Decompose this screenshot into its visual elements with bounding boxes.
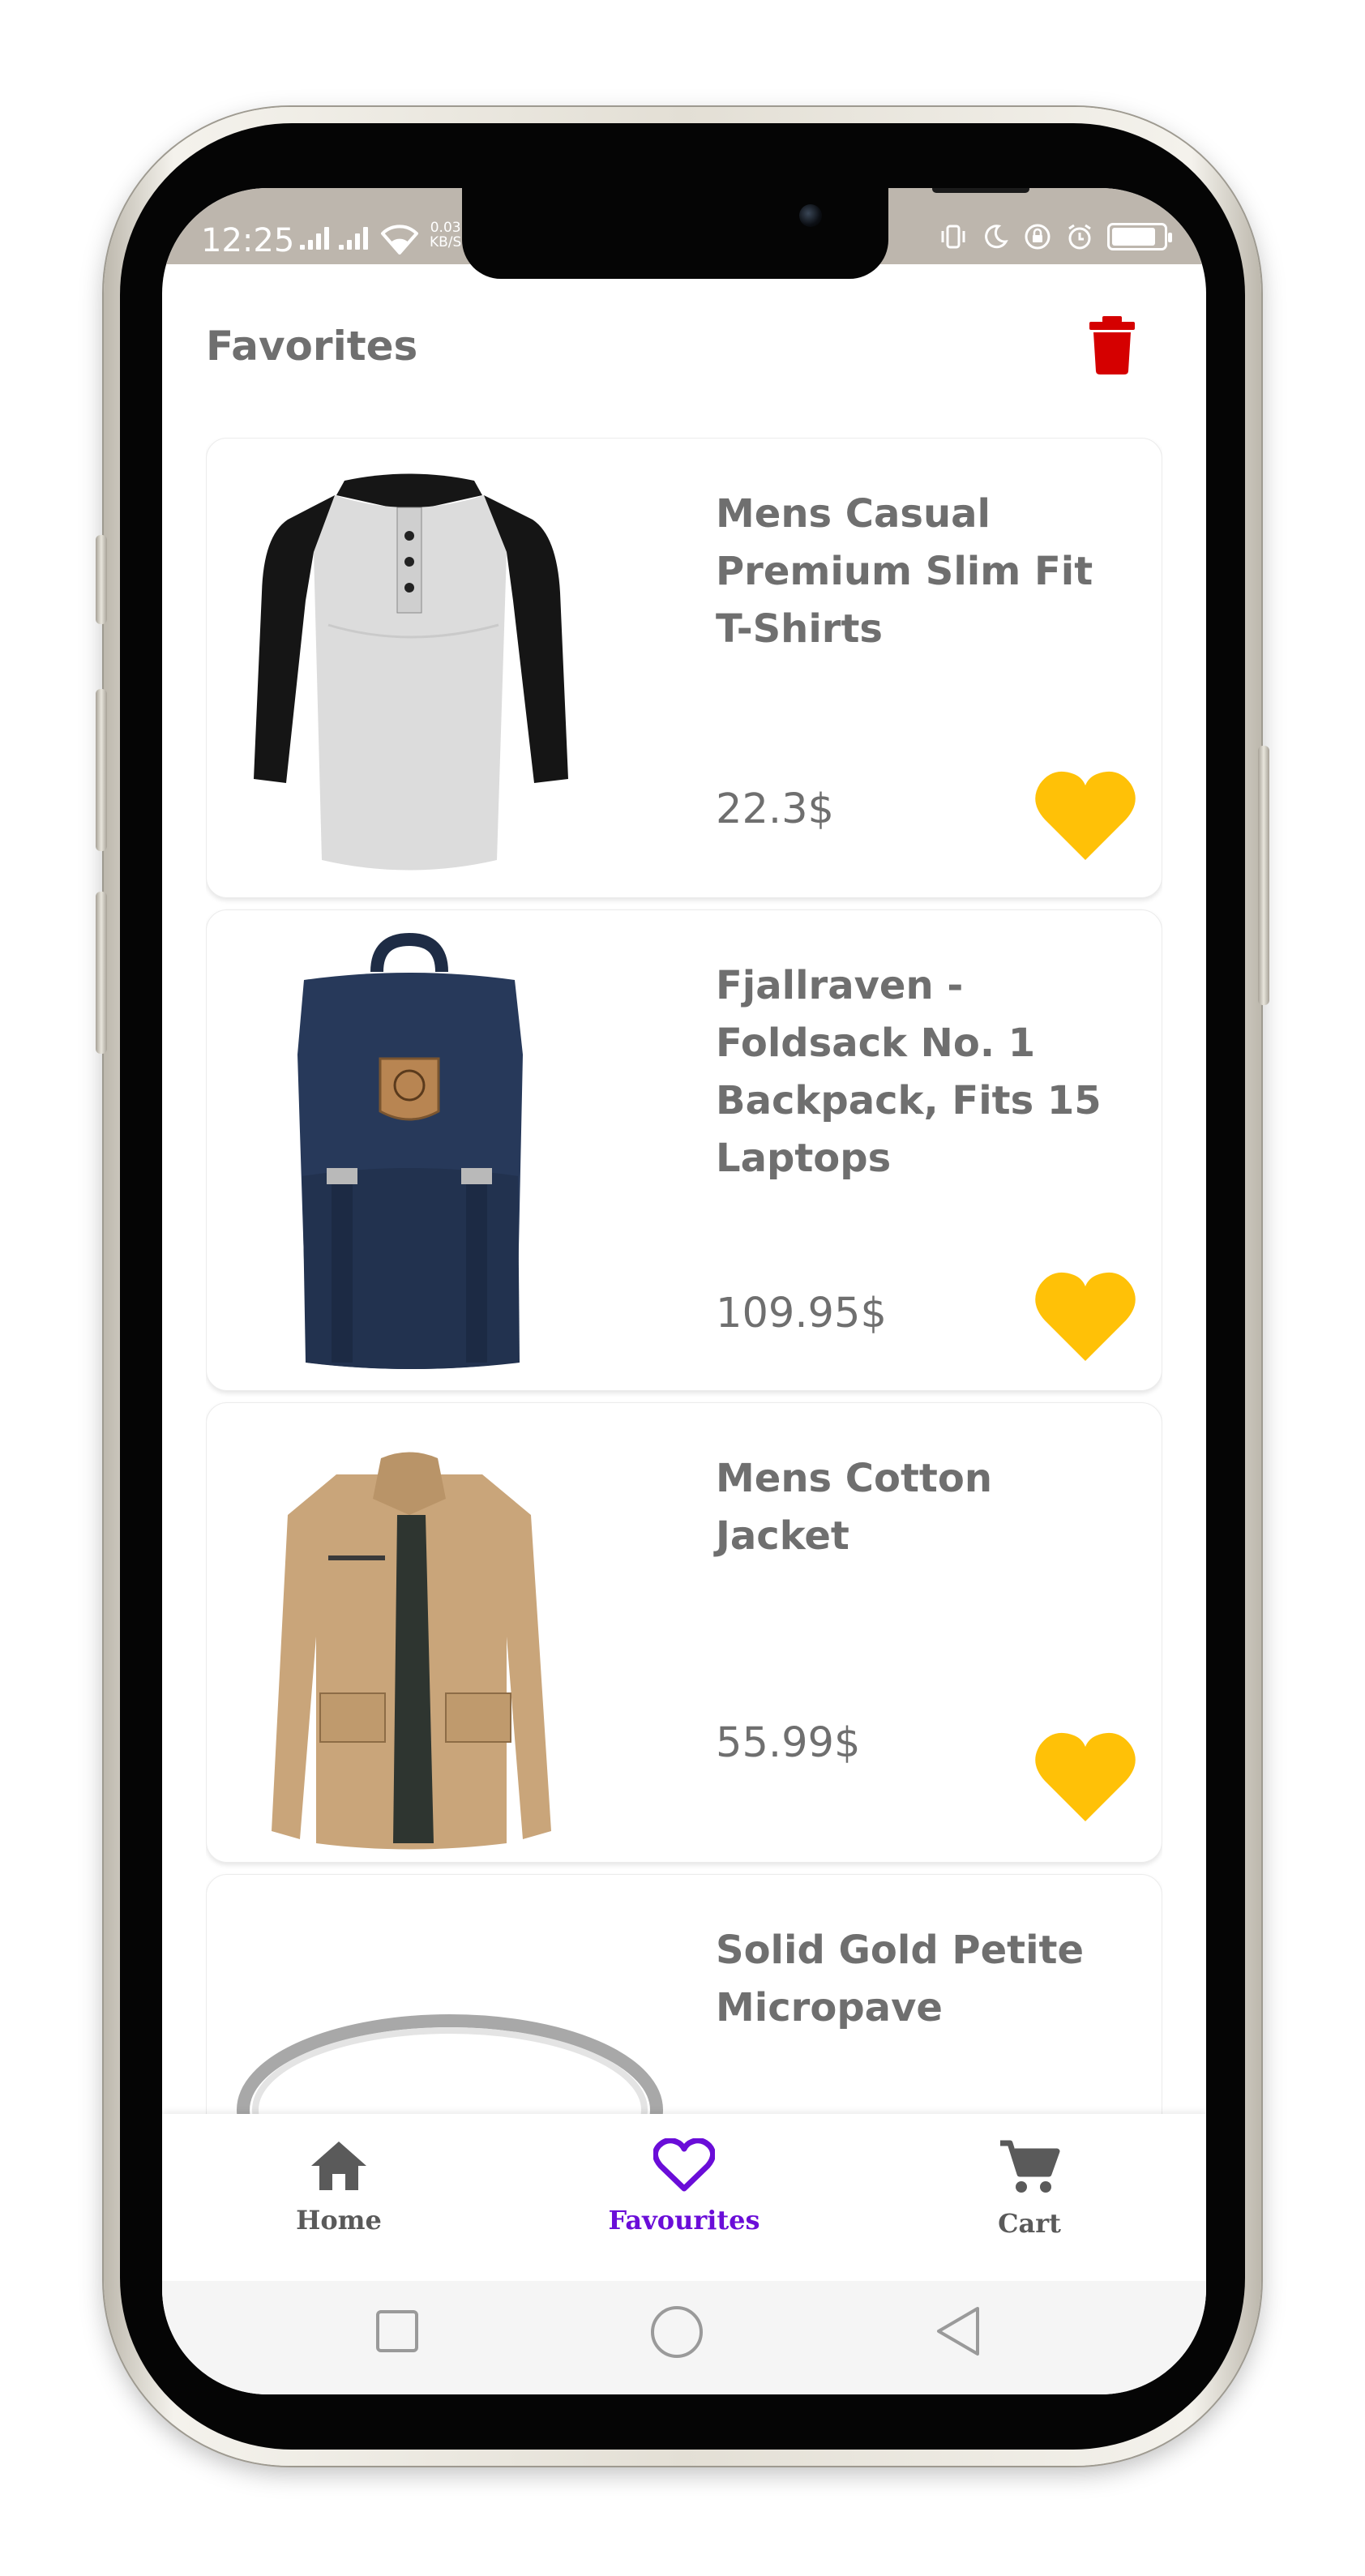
nav-home-label: Home bbox=[296, 2205, 382, 2236]
wifi-icon bbox=[381, 225, 418, 255]
product-price: 109.95$ bbox=[716, 1290, 887, 1337]
moon-icon bbox=[985, 225, 1008, 249]
heart-filled-icon bbox=[1035, 771, 1136, 860]
status-time: 12:25 bbox=[201, 222, 295, 259]
nav-cart[interactable]: Cart bbox=[932, 2138, 1127, 2268]
volume-down-button bbox=[96, 892, 107, 1054]
favorite-item[interactable]: Mens Casual Premium Slim Fit T-Shirts 22… bbox=[206, 438, 1162, 898]
alarm-icon bbox=[1068, 224, 1091, 250]
product-image-jacket bbox=[272, 1452, 551, 1850]
phone-screen: 12:25 0.03 KB/S Favorites Mens Casual Pr… bbox=[162, 188, 1206, 2394]
lock-rotation-icon bbox=[1025, 224, 1050, 250]
nav-favourites[interactable]: Favourites bbox=[587, 2138, 781, 2268]
product-name: Fjallraven - Foldsack No. 1 Backpack, Fi… bbox=[716, 963, 1102, 1181]
product-image-backpack bbox=[297, 933, 523, 1369]
system-navigation-bar bbox=[162, 2281, 1206, 2394]
favorite-item[interactable]: Mens Cotton Jacket 55.99$ bbox=[206, 1402, 1162, 1863]
network-speed-value: 0.03 bbox=[430, 220, 461, 236]
home-icon bbox=[311, 2142, 366, 2190]
trash-icon bbox=[1089, 316, 1135, 374]
heart-filled-icon bbox=[1035, 1272, 1136, 1361]
bottom-navigation: Home Favourites Cart bbox=[162, 2114, 1206, 2281]
app-header: Favorites bbox=[162, 264, 1206, 402]
nav-home[interactable]: Home bbox=[242, 2138, 436, 2268]
volume-up-button bbox=[96, 689, 107, 851]
circle-icon[interactable] bbox=[648, 2304, 705, 2360]
vibrate-icon bbox=[941, 225, 965, 249]
front-camera bbox=[799, 204, 822, 227]
favorite-toggle-button[interactable] bbox=[1035, 769, 1136, 862]
signal-icon-2 bbox=[339, 225, 368, 250]
favorites-list: Mens Casual Premium Slim Fit T-Shirts 22… bbox=[206, 438, 1162, 2116]
earpiece-speaker bbox=[932, 188, 1029, 193]
product-name: Mens Casual Premium Slim Fit T-Shirts bbox=[716, 491, 1093, 652]
delete-all-button[interactable] bbox=[1088, 316, 1136, 374]
product-name: Mens Cotton Jacket bbox=[716, 1456, 993, 1559]
status-icons bbox=[939, 222, 1172, 251]
product-price: 55.99$ bbox=[716, 1719, 861, 1767]
network-speed-unit: KB/S bbox=[430, 234, 462, 250]
product-name: Solid Gold Petite Micropave bbox=[716, 1928, 1085, 2030]
favorite-item[interactable]: Solid Gold Petite Micropave bbox=[206, 1874, 1162, 2116]
power-button bbox=[1258, 746, 1269, 1005]
page-title: Favorites bbox=[206, 323, 418, 370]
network-speed: 0.03 KB/S bbox=[430, 220, 461, 250]
product-image-shirt bbox=[254, 473, 568, 871]
square-icon[interactable] bbox=[374, 2309, 420, 2354]
heart-outline-icon bbox=[653, 2138, 715, 2192]
favorite-item[interactable]: Fjallraven - Foldsack No. 1 Backpack, Fi… bbox=[206, 909, 1162, 1391]
battery-icon bbox=[1107, 223, 1172, 250]
product-price: 22.3$ bbox=[716, 785, 835, 833]
triangle-back-icon[interactable] bbox=[934, 2305, 982, 2357]
product-image-ring bbox=[237, 2014, 663, 2116]
signal-icon bbox=[300, 225, 329, 250]
nav-favourites-label: Favourites bbox=[608, 2205, 760, 2236]
favorite-toggle-button[interactable] bbox=[1035, 1731, 1136, 1823]
favorite-toggle-button[interactable] bbox=[1035, 1270, 1136, 1363]
silent-switch bbox=[96, 535, 107, 624]
cart-icon bbox=[1000, 2140, 1060, 2193]
heart-filled-icon bbox=[1035, 1732, 1136, 1821]
nav-cart-label: Cart bbox=[998, 2208, 1061, 2239]
